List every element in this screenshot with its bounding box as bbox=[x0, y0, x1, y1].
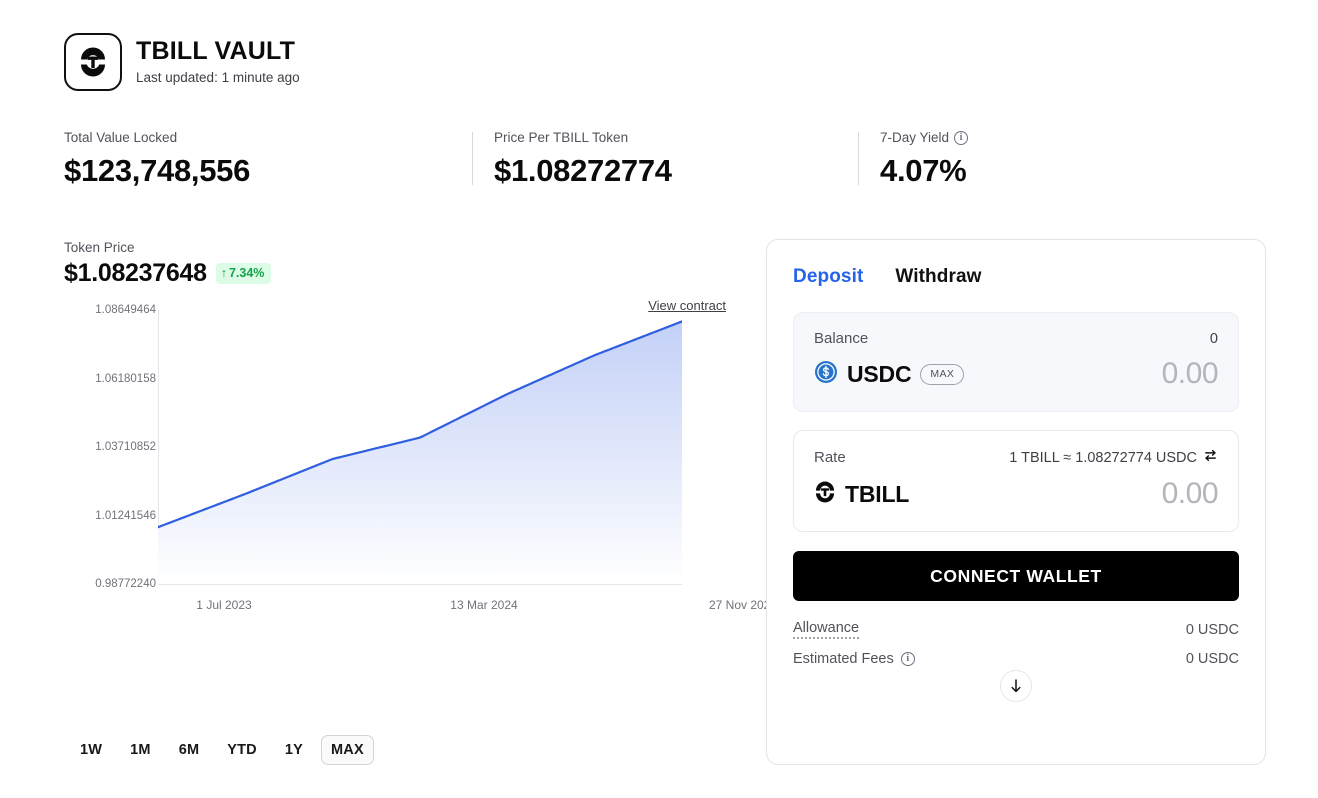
chart-x-axis-labels: 1 Jul 202313 Mar 202427 Nov 2024 bbox=[124, 598, 734, 618]
allowance-value: 0 USDC bbox=[1186, 622, 1239, 638]
price-chart[interactable]: 1.086494641.061801581.037108521.01241546… bbox=[64, 310, 734, 610]
from-box-body: USDC MAX 0.00 bbox=[814, 357, 1218, 391]
to-box-header: Rate 1 TBILL ≈ 1.08272774 USDC bbox=[814, 448, 1218, 467]
chart-svg bbox=[158, 310, 682, 588]
chart-range-selector[interactable]: 1W 1M 6MYTD 1Y MAX bbox=[70, 735, 374, 765]
fee-label: Allowance bbox=[793, 620, 859, 639]
chart-y-tick: 1.03710852 bbox=[95, 441, 156, 453]
from-amount-input[interactable]: 0.00 bbox=[1162, 357, 1218, 391]
balance-value: 0 bbox=[1210, 331, 1218, 347]
range-button-max[interactable]: MAX bbox=[321, 735, 374, 765]
stat-value: $123,748,556 bbox=[64, 153, 432, 189]
range-button-6m[interactable]: 6M bbox=[169, 735, 210, 765]
chart-y-tick: 1.01241546 bbox=[95, 510, 156, 522]
allowance-label[interactable]: Allowance bbox=[793, 620, 859, 639]
chart-y-tick: 1.06180158 bbox=[95, 373, 156, 385]
fee-row-allowance: Allowance 0 USDC bbox=[793, 620, 1239, 639]
rate-value: 1 TBILL ≈ 1.08272774 USDC bbox=[1009, 450, 1197, 466]
page-title: TBILL VAULT bbox=[136, 38, 300, 66]
tab-withdraw[interactable]: Withdraw bbox=[895, 266, 981, 288]
trade-panel: Deposit Withdraw Balance 0 bbox=[766, 239, 1266, 765]
from-token: USDC MAX bbox=[814, 360, 964, 389]
swap-direction-button[interactable] bbox=[1000, 670, 1032, 702]
arrow-down-icon bbox=[1008, 678, 1024, 694]
token-price-value: $1.08237648 bbox=[64, 259, 207, 288]
chart-y-tick: 0.98772240 bbox=[95, 578, 156, 590]
info-icon[interactable]: i bbox=[954, 131, 968, 145]
to-token: TBILL bbox=[814, 481, 909, 508]
stat-price-per-tbill-token: Price Per TBILL Token $1.08272774 bbox=[472, 130, 858, 189]
stat-value: 4.07% bbox=[880, 153, 1148, 189]
range-button-ytd[interactable]: YTD bbox=[217, 735, 267, 765]
connect-wallet-button[interactable]: CONNECT WALLET bbox=[793, 551, 1239, 601]
price-change-badge: ↑ 7.34% bbox=[216, 263, 272, 284]
range-button-1y[interactable]: 1Y bbox=[275, 735, 313, 765]
token-price-label: Token Price bbox=[64, 240, 734, 255]
estimated-fees-value: 0 USDC bbox=[1186, 651, 1239, 667]
usdc-coin-icon bbox=[814, 360, 838, 389]
to-box-body: TBILL 0.00 bbox=[814, 477, 1218, 511]
header-text: TBILL VAULT Last updated: 1 minute ago bbox=[136, 38, 300, 86]
fee-summary: Allowance 0 USDC Estimated Fees i 0 USDC bbox=[793, 620, 1239, 667]
range-button-1w[interactable]: 1W bbox=[70, 735, 112, 765]
stat-label: Total Value Locked bbox=[64, 130, 432, 145]
to-token-name: TBILL bbox=[845, 481, 909, 508]
stat-label-text: Total Value Locked bbox=[64, 130, 177, 145]
stat-label-text: 7-Day Yield bbox=[880, 130, 949, 145]
rate-value-wrap: 1 TBILL ≈ 1.08272774 USDC bbox=[1009, 448, 1218, 467]
chart-x-tick: 13 Mar 2024 bbox=[450, 598, 517, 612]
chart-plot-area bbox=[158, 310, 682, 588]
from-token-name: USDC bbox=[847, 361, 911, 388]
stats-row: Total Value Locked $123,748,556 Price Pe… bbox=[64, 130, 1254, 189]
chart-y-tick: 1.08649464 bbox=[95, 304, 156, 316]
chart-y-axis-labels: 1.086494641.061801581.037108521.01241546… bbox=[64, 310, 156, 588]
chart-block: Token Price $1.08237648 ↑ 7.34% View con… bbox=[64, 240, 734, 610]
info-icon[interactable]: i bbox=[901, 652, 915, 666]
last-updated-text: Last updated: 1 minute ago bbox=[136, 70, 300, 86]
deposit-to-box: Rate 1 TBILL ≈ 1.08272774 USDC bbox=[793, 430, 1239, 532]
balance-label: Balance bbox=[814, 330, 868, 347]
price-change-value: 7.34% bbox=[229, 266, 264, 280]
stat-value: $1.08272774 bbox=[494, 153, 818, 189]
to-amount-input[interactable]: 0.00 bbox=[1162, 477, 1218, 511]
estimated-fees-label: Estimated Fees bbox=[793, 651, 894, 667]
rate-label: Rate bbox=[814, 449, 846, 466]
vault-page: TBILL VAULT Last updated: 1 minute ago T… bbox=[0, 0, 1318, 798]
swap-arrows-icon[interactable] bbox=[1203, 448, 1218, 467]
stat-label: 7-Day Yield i bbox=[880, 130, 1148, 145]
deposit-from-box: Balance 0 USDC MAX 0.00 bbox=[793, 312, 1239, 412]
stat-label-text: Price Per TBILL Token bbox=[494, 130, 628, 145]
panel-tabs[interactable]: Deposit Withdraw bbox=[793, 266, 1239, 288]
from-box-header: Balance 0 bbox=[814, 330, 1218, 347]
fee-label: Estimated Fees i bbox=[793, 651, 915, 667]
tab-deposit[interactable]: Deposit bbox=[793, 266, 863, 288]
chart-x-tick: 1 Jul 2023 bbox=[196, 598, 251, 612]
tbill-logo-icon bbox=[64, 33, 122, 91]
chart-area-fill bbox=[158, 321, 682, 584]
stat-label: Price Per TBILL Token bbox=[494, 130, 818, 145]
stat-total-value-locked: Total Value Locked $123,748,556 bbox=[64, 130, 472, 189]
arrow-up-icon: ↑ bbox=[221, 266, 227, 280]
tbill-token-icon bbox=[814, 481, 836, 508]
stat-7-day-yield: 7-Day Yield i 4.07% bbox=[858, 130, 1188, 189]
range-button-1m[interactable]: 1M bbox=[120, 735, 161, 765]
token-price-row: $1.08237648 ↑ 7.34% bbox=[64, 259, 734, 288]
max-button[interactable]: MAX bbox=[920, 364, 964, 385]
fee-row-estimated-fees: Estimated Fees i 0 USDC bbox=[793, 651, 1239, 667]
page-header: TBILL VAULT Last updated: 1 minute ago bbox=[64, 33, 300, 91]
